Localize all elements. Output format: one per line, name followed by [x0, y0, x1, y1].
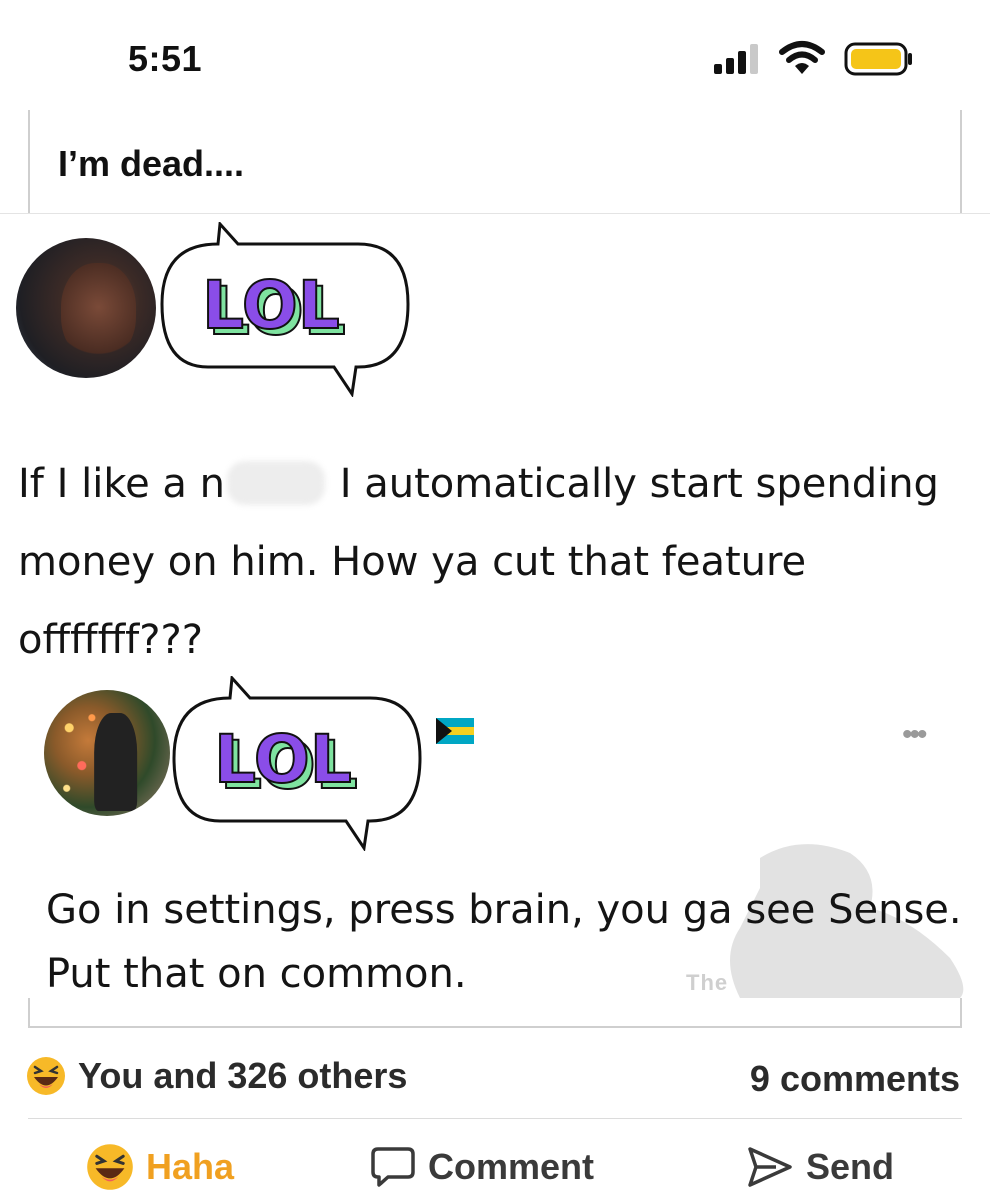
comment-button-label: Comment: [428, 1146, 595, 1187]
divider: [28, 1118, 962, 1119]
clock: 5:51: [128, 38, 203, 79]
avatar[interactable]: [16, 238, 156, 378]
reactions-summary-text: You and 326 others: [78, 1055, 408, 1096]
haha-emoji-icon: [87, 1144, 133, 1190]
post-text: I’m dead....: [58, 143, 245, 184]
more-dots-icon[interactable]: •••: [902, 718, 927, 752]
redacted-word: [226, 461, 325, 505]
avatar[interactable]: [44, 690, 170, 816]
svg-text:LOL: LOL: [214, 721, 352, 798]
send-button[interactable]: Send: [746, 1140, 894, 1194]
watermark-text: The: [686, 970, 729, 995]
cellular-signal-icon: [714, 44, 758, 74]
comment-button[interactable]: Comment: [370, 1140, 594, 1194]
reactions-summary[interactable]: You and 326 others: [26, 1052, 407, 1100]
send-button-label: Send: [806, 1146, 895, 1187]
divider: [0, 213, 990, 214]
battery-icon: [844, 42, 912, 76]
haha-emoji-icon: [27, 1057, 65, 1095]
svg-text:LOL: LOL: [202, 267, 340, 344]
comment-icon: [371, 1147, 415, 1187]
haha-button[interactable]: Haha: [86, 1140, 234, 1194]
tweet-body-part: If I like a n: [18, 461, 225, 507]
bahamas-flag-icon: [436, 718, 474, 744]
wifi-icon: [779, 41, 825, 74]
lol-sticker: LOL LOL: [172, 676, 422, 851]
post-frame-bottom: [28, 998, 962, 1028]
status-bar: 5:51: [0, 0, 990, 110]
avatar-figure: [94, 712, 137, 811]
send-icon: [748, 1147, 792, 1187]
avatar-face: [60, 263, 137, 362]
tweet-body: If I like a n I automatically start spen…: [18, 445, 978, 679]
comments-count[interactable]: 9 comments: [750, 1058, 960, 1100]
haha-button-label: Haha: [146, 1146, 235, 1187]
tweet-body: Go in settings, press brain, you ga see …: [46, 887, 962, 997]
lol-sticker: LOL LOL: [160, 222, 410, 397]
